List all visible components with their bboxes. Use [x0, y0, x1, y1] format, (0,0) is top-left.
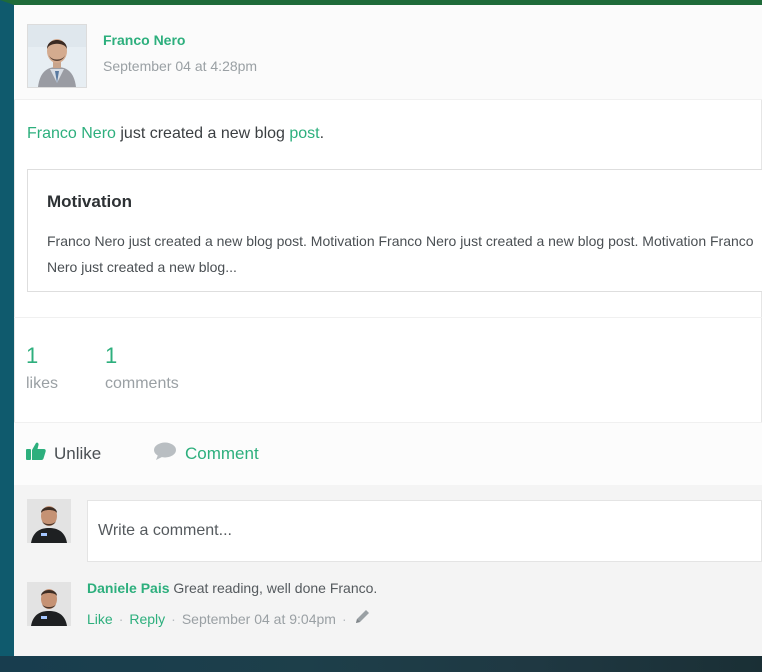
avatar-image: [27, 499, 71, 543]
comment-meta: Like · Reply · September 04 at 9:04pm ·: [87, 608, 371, 629]
comments-count: 1: [105, 343, 118, 368]
comment-button[interactable]: Comment: [153, 442, 259, 465]
post-timestamp[interactable]: September 04 at 4:28pm: [103, 58, 257, 74]
unlike-label: Unlike: [54, 443, 102, 463]
separator-dot: ·: [341, 610, 347, 627]
blog-post-excerpt: Franco Nero just created a new blog post…: [47, 233, 754, 275]
comment-author-link[interactable]: Daniele Pais: [87, 580, 170, 596]
avatar-image: [28, 25, 86, 87]
separator-dot: ·: [118, 610, 124, 627]
post-actions: Unlike Comment: [14, 422, 762, 486]
activity-middle-text: just created a new blog: [115, 125, 290, 142]
current-user-avatar[interactable]: [27, 499, 71, 543]
likes-label: likes: [26, 375, 59, 392]
pencil-icon[interactable]: [353, 608, 371, 629]
comments-label: comments: [105, 375, 179, 392]
commenter-avatar[interactable]: [27, 582, 71, 626]
thumbs-up-icon: [26, 442, 46, 465]
separator-dot: ·: [171, 610, 176, 627]
activity-actor-link[interactable]: Franco Nero: [27, 125, 116, 142]
activity-end-text: .: [319, 125, 325, 142]
comment-reply-link[interactable]: Reply: [129, 611, 165, 627]
activity-text: Franco Nero just created a new blog post…: [27, 125, 324, 143]
likes-count: 1: [26, 343, 39, 368]
comment-like-link[interactable]: Like: [87, 611, 113, 627]
blog-post-title[interactable]: Motivation: [47, 192, 132, 212]
author-name-link[interactable]: Franco Nero: [103, 32, 185, 48]
blog-post-preview[interactable]: Motivation Franco Nero just created a ne…: [27, 169, 762, 292]
unlike-button[interactable]: Unlike: [26, 442, 101, 465]
comments-stat[interactable]: 1 comments: [105, 343, 179, 393]
post-header: Franco Nero September 04 at 4:28pm: [14, 5, 762, 100]
likes-stat[interactable]: 1 likes: [26, 343, 58, 393]
speech-bubble-icon: [153, 442, 177, 465]
divider: [14, 317, 762, 318]
avatar-image: [27, 582, 71, 626]
activity-card: Franco Nero September 04 at 4:28pm Franc…: [14, 5, 762, 656]
activity-object-link[interactable]: post: [289, 125, 319, 142]
comment-item: Daniele Pais Great reading, well done Fr…: [87, 580, 377, 596]
comment-timestamp[interactable]: September 04 at 9:04pm: [182, 611, 336, 627]
comment-input[interactable]: [87, 500, 762, 562]
background-strip: [0, 656, 762, 672]
comment-label: Comment: [185, 443, 259, 463]
comments-section: Daniele Pais Great reading, well done Fr…: [14, 485, 762, 656]
author-avatar[interactable]: [27, 24, 87, 88]
comment-text: Great reading, well done Franco.: [173, 580, 378, 596]
